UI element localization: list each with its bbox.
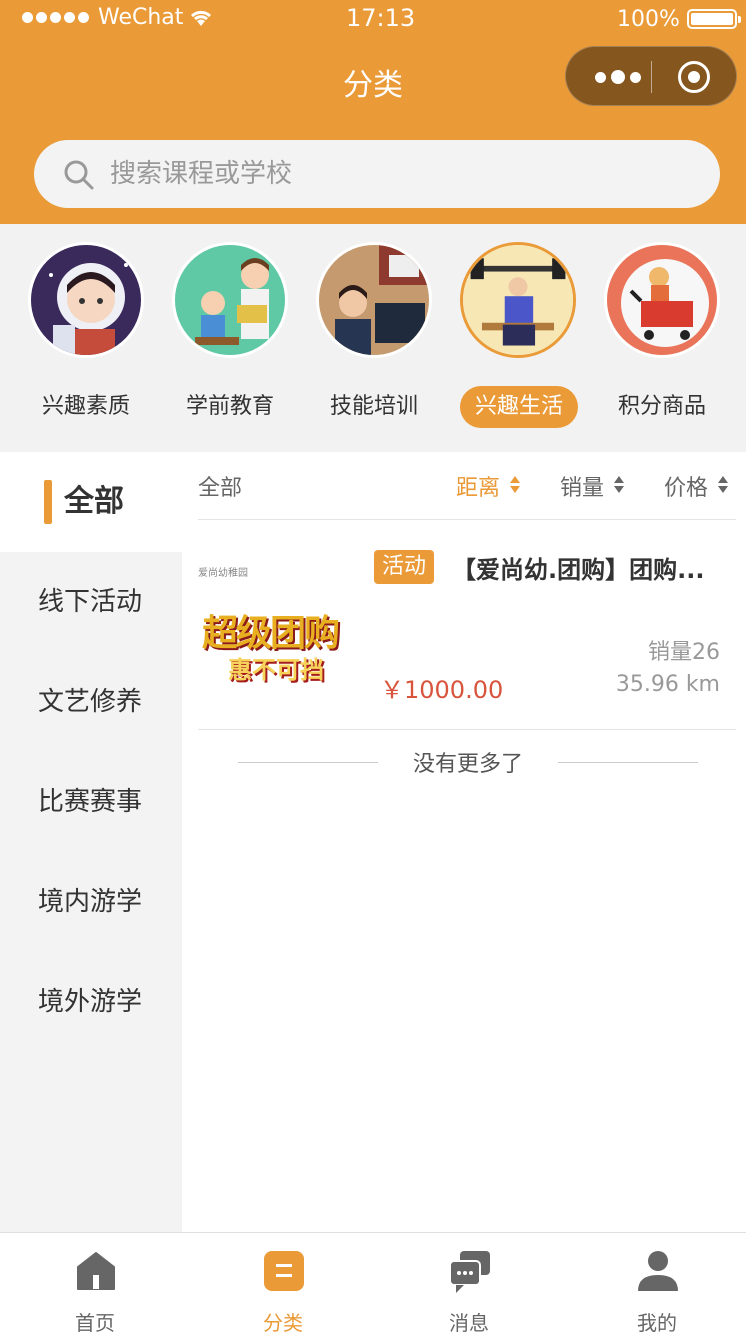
weightlifter-icon bbox=[460, 242, 576, 358]
close-miniprogram-button[interactable] bbox=[678, 61, 710, 93]
clock-time: 17:13 bbox=[346, 4, 416, 32]
activity-tag: 活动 bbox=[374, 550, 435, 584]
tab-category[interactable]: 分类 bbox=[190, 1233, 376, 1332]
sidebar-item-offline-activities[interactable]: 线下活动 bbox=[0, 552, 182, 652]
sort-arrows-icon bbox=[718, 476, 728, 494]
battery-percentage: 100% bbox=[617, 7, 680, 32]
astronaut-kid-icon bbox=[28, 242, 144, 358]
tab-messages[interactable]: 消息 bbox=[376, 1233, 562, 1332]
sort-price-button[interactable]: 价格 bbox=[664, 470, 708, 502]
category-item-interest-quality[interactable]: 兴趣素质 bbox=[16, 224, 156, 452]
list-end-indicator: 没有更多了 bbox=[238, 744, 698, 780]
message-icon bbox=[449, 1251, 490, 1293]
category-icon bbox=[264, 1251, 304, 1291]
sidebar-item-domestic-study-tours[interactable]: 境内游学 bbox=[0, 852, 182, 952]
status-bar: WeChat 17:13 100% bbox=[0, 0, 746, 40]
miniprogram-capsule bbox=[565, 46, 737, 106]
distance: 35.96 km bbox=[615, 672, 720, 697]
carrier-name: WeChat bbox=[98, 5, 184, 30]
no-more-text: 没有更多了 bbox=[412, 752, 523, 777]
product-thumbnail: 爱尚幼稚园 超级团购 惠不可挡 bbox=[198, 554, 358, 704]
category-item-interest-life[interactable]: 兴趣生活 bbox=[448, 224, 588, 452]
office-worker-icon bbox=[316, 242, 432, 358]
search-bar[interactable] bbox=[34, 140, 720, 208]
shopping-cart-icon bbox=[604, 242, 720, 358]
user-icon bbox=[638, 1251, 678, 1291]
product-card[interactable]: 爱尚幼稚园 超级团购 惠不可挡 活动 【爱尚幼.团购】团购... 销量26 ￥1… bbox=[198, 534, 736, 730]
category-label: 技能培训 bbox=[329, 394, 418, 419]
tab-label: 我的 bbox=[637, 1311, 677, 1332]
sort-all-button[interactable]: 全部 bbox=[198, 470, 242, 502]
category-item-preschool[interactable]: 学前教育 bbox=[160, 224, 300, 452]
tab-profile[interactable]: 我的 bbox=[564, 1233, 746, 1332]
search-icon bbox=[64, 160, 94, 190]
product-title: 【爱尚幼.团购】团购... bbox=[452, 556, 705, 584]
signal-icon bbox=[22, 12, 89, 23]
category-label: 积分商品 bbox=[617, 394, 706, 419]
home-icon bbox=[77, 1252, 115, 1290]
category-label: 兴趣生活 bbox=[460, 386, 578, 428]
more-options-button[interactable] bbox=[586, 47, 650, 107]
thumb-headline: 超级团购 bbox=[202, 612, 340, 654]
sort-arrows-icon bbox=[614, 476, 624, 494]
search-input[interactable] bbox=[110, 140, 670, 208]
sub-category-sidebar: 全部 线下活动 文艺修养 比赛赛事 境内游学 境外游学 bbox=[0, 452, 182, 1232]
wifi-icon bbox=[190, 10, 212, 26]
category-label: 学前教育 bbox=[185, 394, 274, 419]
tab-label: 消息 bbox=[449, 1311, 489, 1332]
bottom-tab-bar: 首页 分类 消息 我的 bbox=[0, 1232, 746, 1332]
thumb-subline: 惠不可挡 bbox=[228, 655, 324, 684]
sort-arrows-icon bbox=[510, 476, 520, 494]
sidebar-item-all[interactable]: 全部 bbox=[0, 452, 182, 552]
tab-label: 分类 bbox=[263, 1311, 303, 1332]
sidebar-item-competitions[interactable]: 比赛赛事 bbox=[0, 752, 182, 852]
category-item-points-goods[interactable]: 积分商品 bbox=[592, 224, 732, 452]
sidebar-item-overseas-study-tours[interactable]: 境外游学 bbox=[0, 952, 182, 1052]
sort-distance-button[interactable]: 距离 bbox=[456, 470, 500, 502]
sidebar-item-arts[interactable]: 文艺修养 bbox=[0, 652, 182, 752]
header: WeChat 17:13 100% 分类 bbox=[0, 0, 746, 224]
tab-home[interactable]: 首页 bbox=[2, 1233, 188, 1332]
sales-count: 销量26 bbox=[648, 640, 720, 665]
teacher-student-icon bbox=[172, 242, 288, 358]
category-label: 兴趣素质 bbox=[41, 394, 130, 419]
tab-label: 首页 bbox=[75, 1311, 115, 1332]
capsule-divider bbox=[651, 61, 652, 93]
battery-icon bbox=[687, 9, 741, 29]
category-strip: 兴趣素质 学前教育 技能培训 兴趣生活 积分商品 bbox=[0, 224, 746, 452]
sort-sales-button[interactable]: 销量 bbox=[560, 470, 604, 502]
thumb-brand-text: 爱尚幼稚园 bbox=[198, 568, 248, 579]
product-price: ￥1000.00 bbox=[380, 676, 504, 704]
sort-bar: 全部 距离 销量 价格 bbox=[198, 452, 736, 520]
category-item-skills-training[interactable]: 技能培训 bbox=[304, 224, 444, 452]
